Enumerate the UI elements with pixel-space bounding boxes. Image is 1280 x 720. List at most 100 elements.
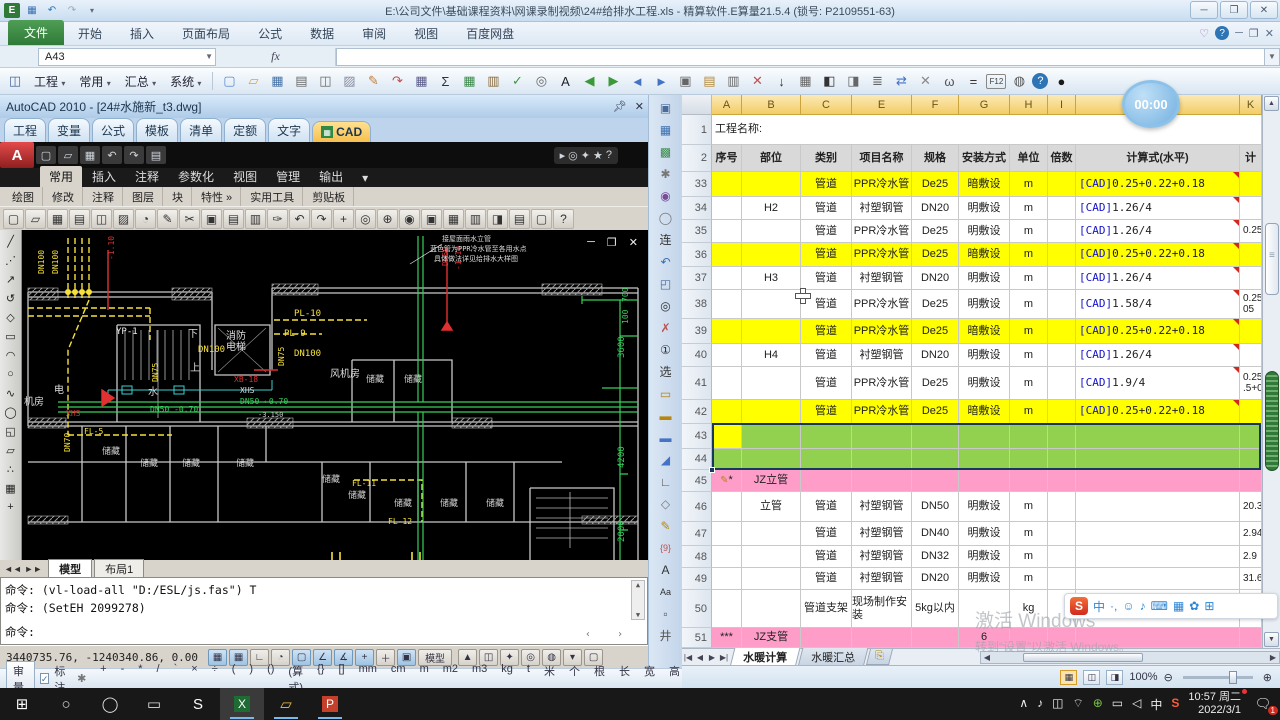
row-header-50[interactable]: 50 (682, 590, 712, 628)
acad-panel-剪贴板[interactable]: 剪贴板 (304, 186, 355, 207)
zoom-slider[interactable] (1182, 670, 1253, 684)
sheet-tab-水暖计算[interactable]: 水暖计算 (729, 647, 801, 667)
cell-40-j[interactable]: [CAD] 1.26/4 (1076, 344, 1240, 367)
cell-36-f[interactable]: De25 (912, 243, 959, 267)
model-tab-模型[interactable]: 模型 (48, 559, 93, 578)
row-header-43[interactable]: 43 (682, 424, 712, 449)
excel-button[interactable]: X (220, 688, 264, 720)
row-header-48[interactable]: 48 (682, 546, 712, 568)
draw-tool-icon-3[interactable]: ↺ (2, 289, 20, 307)
grid-icon[interactable]: ⊞ (1204, 599, 1214, 613)
preview-icon[interactable]: ◫ (314, 71, 336, 91)
zoom-out-icon[interactable]: ⊖ (1164, 671, 1173, 684)
help-icon[interactable]: ? (1032, 73, 1049, 89)
name-box[interactable]: A43 ▼ (38, 47, 216, 66)
cell-49-a[interactable] (712, 568, 742, 590)
cell-39-b[interactable] (742, 319, 801, 344)
cell-35-h[interactable]: m (1010, 220, 1048, 243)
drawing-restore-icon[interactable]: ❐ (607, 236, 617, 249)
cell-37-h[interactable]: m (1010, 267, 1048, 290)
cell-35-k[interactable]: 0.25 (1240, 220, 1262, 243)
draw-tool-icon-10[interactable]: ◱ (2, 422, 20, 440)
page-break-view-button[interactable]: ◨ (1106, 669, 1124, 685)
model-tab-布局1[interactable]: 布局1 (94, 559, 145, 578)
table-icon[interactable]: ▦ (458, 71, 480, 91)
cell-33-b[interactable] (742, 172, 801, 197)
new-icon[interactable]: ▢ (218, 71, 240, 91)
f12-icon[interactable]: F12 (986, 73, 1007, 89)
acad-ribbon-tab-常用[interactable]: 常用 (40, 166, 83, 187)
hexagon-icon[interactable]: ◇ (653, 493, 679, 514)
tab-文件[interactable]: 文件 (8, 20, 65, 45)
undo-icon[interactable]: ↶ (44, 3, 60, 18)
export-icon[interactable]: ▨ (338, 71, 360, 91)
tray-icon-4[interactable]: ⊕ (1093, 696, 1103, 713)
cell-43-f[interactable] (912, 424, 959, 449)
cad-tab-变量[interactable]: 变量 (48, 118, 91, 142)
cell-37-a[interactable] (712, 267, 742, 290)
cell-36-a[interactable] (712, 243, 742, 267)
cell-41-f[interactable]: De25 (912, 367, 959, 400)
cell-48-g[interactable]: 明敷设 (959, 546, 1010, 568)
autocad-logo[interactable]: A (0, 142, 34, 168)
clock[interactable]: 10:57 周二 2022/3/1 (1188, 688, 1247, 717)
acad-tool-icon-3[interactable]: ▤ (69, 208, 90, 229)
cell-42-e[interactable]: PPR冷水管 (852, 400, 912, 424)
cell-36-e[interactable]: PPR冷水管 (852, 243, 912, 267)
equals-icon[interactable]: = (962, 71, 984, 91)
cell-39-f[interactable]: De25 (912, 319, 959, 344)
omega-icon[interactable]: ω (938, 71, 960, 91)
cell-51-e[interactable] (852, 628, 912, 648)
command-prompt[interactable]: 命令: (5, 624, 35, 640)
qq-icon[interactable]: ● (1050, 71, 1072, 91)
cell-37-b[interactable]: H3 (742, 267, 801, 290)
acad-search-icon-4[interactable]: ? (606, 149, 612, 162)
cell-46-a[interactable] (712, 492, 742, 522)
tab-视图[interactable]: 视图 (400, 22, 452, 45)
column-header-H[interactable]: H (1010, 95, 1048, 115)
cell-43-j[interactable] (1076, 424, 1240, 449)
cell-37-j[interactable]: [CAD] 1.26/4 (1076, 267, 1240, 290)
cell-49-b[interactable] (742, 568, 801, 590)
cell-41-b[interactable] (742, 367, 801, 400)
acad-tool-icon-11[interactable]: ▥ (245, 208, 266, 229)
sort-icon[interactable]: ↓ (770, 71, 792, 91)
cell-44-i[interactable] (1048, 449, 1076, 470)
acad-tool-icon-13[interactable]: ↶ (289, 208, 310, 229)
tab-公式[interactable]: 公式 (244, 22, 296, 45)
cylinder-icon[interactable]: ◯ (653, 207, 679, 228)
cell-45-c[interactable] (801, 470, 852, 492)
cell-38-f[interactable]: De25 (912, 290, 959, 319)
cell-35-a[interactable] (712, 220, 742, 243)
cell-43-b[interactable] (742, 424, 801, 449)
acad-tool-icon-4[interactable]: ◫ (91, 208, 112, 229)
draw-tool-icon-0[interactable]: ╱ (2, 232, 20, 250)
cell-33-a[interactable] (712, 172, 742, 197)
find-icon[interactable]: ◎ (653, 295, 679, 316)
merge-icon[interactable]: ◨ (842, 71, 864, 91)
cell-34-j[interactable]: [CAD] 1.26/4 (1076, 197, 1240, 220)
cell-48-j[interactable] (1076, 546, 1240, 568)
cell-50-e[interactable]: 现场制作安装 (852, 590, 912, 628)
cell-36-h[interactable]: m (1010, 243, 1048, 267)
cell-50-h[interactable]: kg (1010, 590, 1048, 628)
cell-37-f[interactable]: DN20 (912, 267, 959, 290)
acad-panel-特性 »[interactable]: 特性 » (193, 186, 242, 207)
cell-49-e[interactable]: 衬塑钢管 (852, 568, 912, 590)
acad-tool-icon-22[interactable]: ◨ (487, 208, 508, 229)
cell-43-e[interactable] (852, 424, 912, 449)
cell-34-f[interactable]: DN20 (912, 197, 959, 220)
cell-43-k[interactable] (1240, 424, 1262, 449)
command-scroll-arrows[interactable]: ‹ › (585, 629, 623, 640)
insert-sheet-tab[interactable]: ⎘ (866, 649, 893, 665)
cell-51-j[interactable] (1076, 628, 1240, 648)
command-line[interactable]: 命令: (vl-load-all "D:/ESL/js.fas") T 命令: (… (0, 577, 648, 645)
vertical-scrollbar[interactable]: ▲ ▼ (1262, 95, 1280, 648)
tray-icon-6[interactable]: ◁ (1132, 696, 1141, 713)
acad-tool-icon-18[interactable]: ◉ (399, 208, 420, 229)
font-a-icon[interactable]: A (653, 559, 679, 580)
menu-汇总[interactable]: 汇总 ▾ (119, 70, 162, 93)
acad-ribbon-tab-插入[interactable]: 插入 (83, 166, 125, 187)
calc-icon[interactable]: ▦ (410, 71, 432, 91)
data-icon[interactable]: ◍ (1008, 71, 1030, 91)
